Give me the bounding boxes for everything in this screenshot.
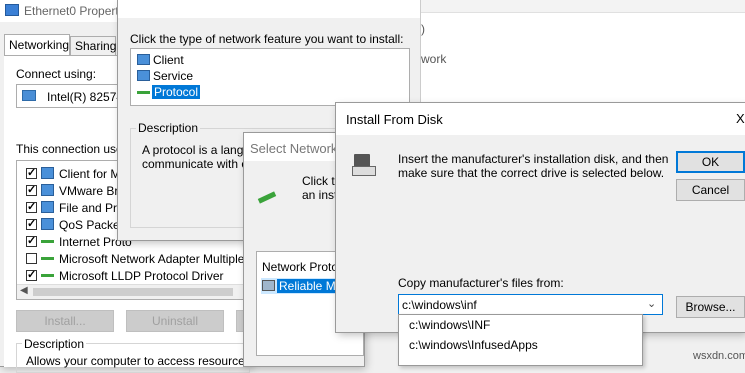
ok-button-label: OK [701, 155, 720, 169]
protocol-icon [41, 257, 54, 260]
description-line-2: communicate with oth [142, 157, 259, 171]
install-from-disk-dialog: Install From Disk X Insert the manufactu… [336, 103, 745, 332]
item-checkbox[interactable] [26, 253, 37, 264]
tab-sharing-label: Sharing [75, 39, 117, 53]
feature-protocol-label: Protocol [152, 85, 201, 99]
protocol-icon [41, 274, 54, 277]
item-label: QoS Packet [59, 218, 124, 232]
feature-client[interactable]: Client [135, 53, 255, 68]
protocol-icon [137, 91, 150, 94]
description-label: Description [136, 121, 201, 135]
service-icon [137, 70, 150, 81]
install-button[interactable]: Install... [16, 310, 114, 332]
path-input[interactable]: c:\windows\inf [402, 298, 477, 312]
connection-uses-label: This connection uses [16, 142, 129, 156]
chevron-down-icon[interactable]: ⌄ [647, 297, 656, 310]
title-bar [118, 0, 420, 18]
client-icon [137, 54, 150, 65]
message-line-2: make sure that the correct drive is sele… [398, 166, 665, 180]
service-icon [41, 184, 54, 196]
scroll-thumb[interactable] [33, 288, 233, 296]
description-line-1: A protocol is a langua [142, 143, 257, 157]
dropdown-option[interactable]: c:\windows\InfusedApps [399, 335, 642, 355]
close-icon[interactable]: X [736, 111, 745, 126]
item-checkbox[interactable] [26, 268, 37, 281]
browse-button-label: Browse... [685, 300, 736, 314]
disk-drive-icon-front [352, 166, 376, 176]
fragment-paren: ) [421, 22, 425, 36]
fragment-work: work [421, 52, 447, 66]
item-label: Microsoft LLDP Protocol Driver [59, 269, 224, 283]
uninstall-button[interactable]: Uninstall [126, 310, 224, 332]
feature-type-list[interactable]: Client Service Protocol [130, 48, 410, 106]
network-cable-icon [257, 191, 277, 204]
protocol-icon [41, 240, 54, 243]
item-checkbox[interactable] [26, 166, 37, 179]
client-icon [41, 167, 54, 179]
feature-protocol[interactable]: Protocol [135, 85, 255, 100]
list-header: Network Protoc [262, 260, 345, 274]
item-label: Microsoft Network Adapter Multiplexor Pr [59, 252, 249, 266]
cancel-button-label: Cancel [691, 183, 730, 197]
browse-button[interactable]: Browse... [676, 296, 745, 318]
adapter-icon [22, 90, 36, 101]
feature-prompt: Click the type of network feature you wa… [130, 32, 404, 46]
item-checkbox[interactable] [26, 217, 37, 230]
title-bar: Install From Disk X [336, 103, 745, 135]
uninstall-button-label: Uninstall [151, 314, 199, 328]
dropdown-option[interactable]: c:\windows\INF [399, 315, 642, 335]
feature-client-label: Client [153, 53, 184, 67]
background-window: ) work [420, 0, 745, 110]
message-line-1: Insert the manufacturer's installation d… [398, 152, 669, 166]
tab-networking-label: Networking [9, 38, 70, 52]
service-icon [41, 201, 54, 213]
list-item[interactable]: Microsoft Network Adapter Multiplexor Pr [17, 250, 249, 267]
path-combobox[interactable]: c:\windows\inf ⌄ [398, 294, 663, 315]
tab-sharing[interactable]: Sharing [70, 36, 116, 56]
description-label: Description [22, 337, 87, 351]
ok-button[interactable]: OK [676, 151, 745, 173]
background-title-strip [421, 0, 745, 13]
list-item[interactable]: Microsoft LLDP Protocol Driver [17, 267, 249, 284]
service-icon [41, 218, 54, 230]
item-checkbox[interactable] [26, 234, 37, 247]
dropdown-option-label: c:\windows\INF [409, 318, 491, 332]
window-title: Select Network P [250, 141, 350, 156]
item-checkbox[interactable] [26, 200, 37, 213]
tab-networking[interactable]: Networking [4, 34, 70, 56]
disk-drive-icon [352, 154, 378, 180]
network-adapter-icon [5, 4, 19, 16]
feature-service-label: Service [153, 69, 194, 83]
watermark: wsxdn.com [693, 350, 745, 362]
protocol-icon [262, 280, 275, 291]
horizontal-scrollbar[interactable]: ◀ [17, 284, 249, 299]
item-checkbox[interactable] [26, 183, 37, 196]
cancel-button[interactable]: Cancel [676, 179, 745, 201]
path-dropdown-list[interactable]: c:\windows\INF c:\windows\InfusedApps [398, 314, 643, 366]
dropdown-option-label: c:\windows\InfusedApps [409, 338, 538, 352]
scroll-left-icon[interactable]: ◀ [20, 285, 28, 296]
install-button-label: Install... [44, 314, 86, 328]
dialog-title: Install From Disk [346, 112, 443, 127]
connect-using-label: Connect using: [16, 67, 97, 81]
copy-from-label: Copy manufacturer's files from: [398, 276, 564, 290]
feature-service[interactable]: Service [135, 69, 255, 84]
